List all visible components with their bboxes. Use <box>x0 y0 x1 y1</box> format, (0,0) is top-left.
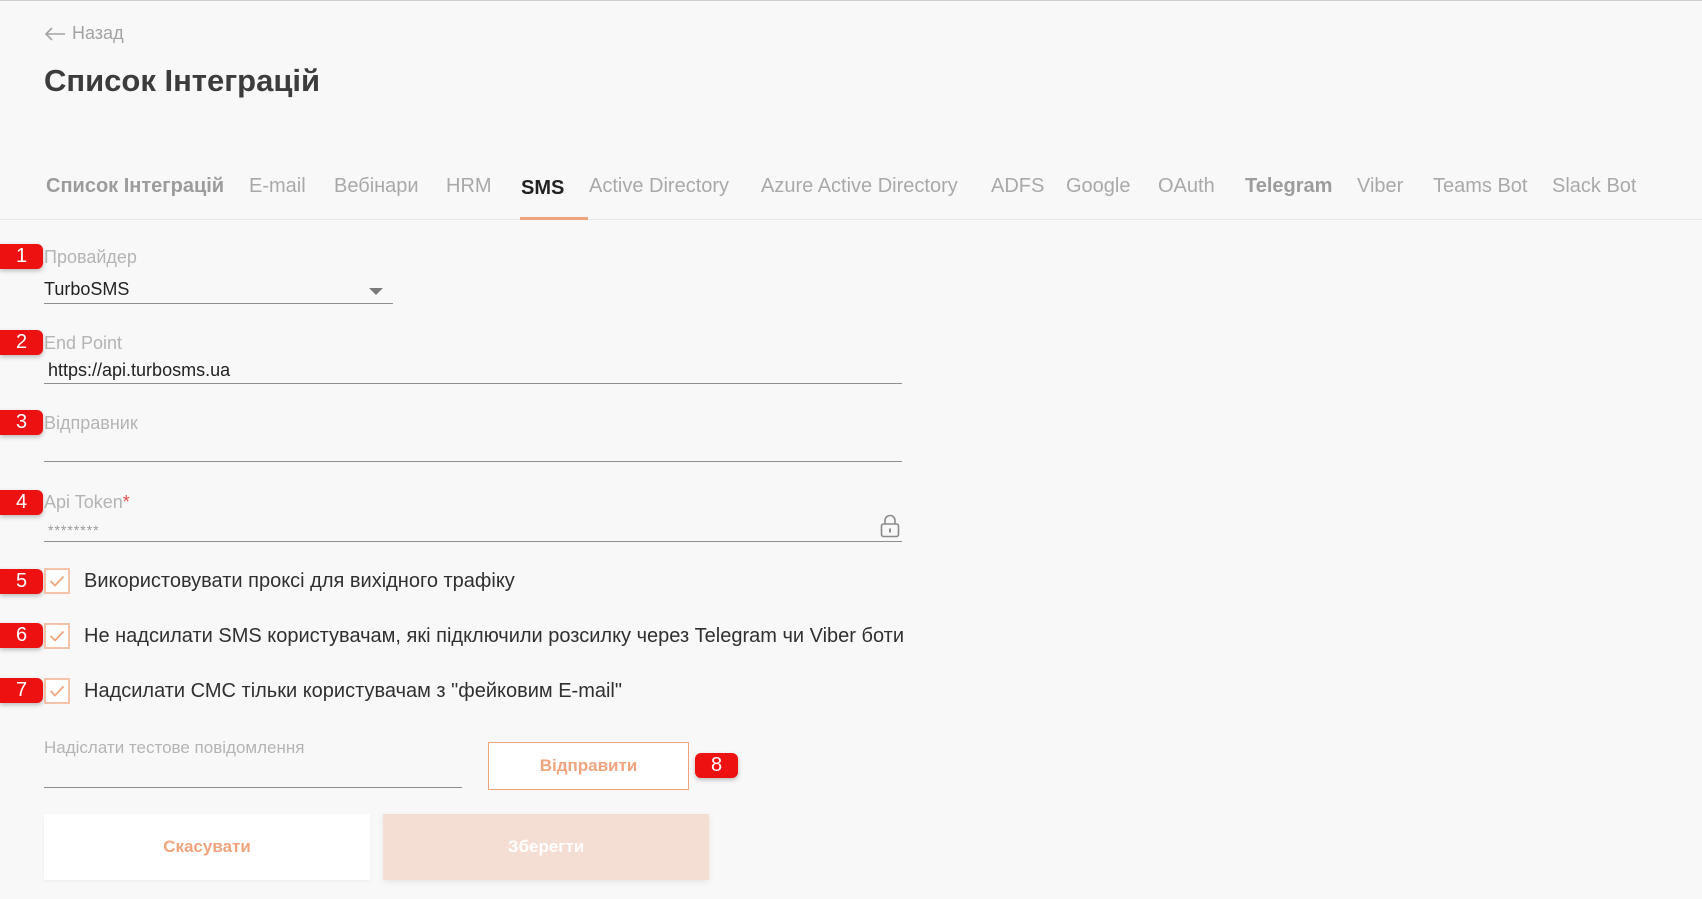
tab-adfs[interactable]: ADFS <box>991 175 1044 198</box>
active-tab-indicator <box>520 217 588 220</box>
chevron-down-icon <box>369 288 383 295</box>
test-message-underline <box>44 787 462 788</box>
check-icon <box>49 575 65 587</box>
proxy-checkbox[interactable] <box>44 568 70 594</box>
annotation-badge-2: 2 <box>0 330 43 355</box>
back-label: Назад <box>72 23 124 43</box>
send-test-button[interactable]: Відправити <box>488 742 689 790</box>
integrations-page: Назад Список Інтеграцій Список Інтеграці… <box>0 0 1702 899</box>
api-token-value: ******** <box>48 522 100 538</box>
check-icon <box>49 685 65 697</box>
lock-icon[interactable] <box>879 514 901 538</box>
proxy-checkbox-row[interactable]: Використовувати проксі для вихідного тра… <box>44 568 515 594</box>
fake-email-only-checkbox-row[interactable]: Надсилати СМС тільки користувачам з "фей… <box>44 678 622 704</box>
annotation-badge-6: 6 <box>0 623 43 648</box>
provider-label: Провайдер <box>44 247 137 267</box>
api-token-underline <box>44 541 902 542</box>
annotation-badge-8: 8 <box>695 753 738 778</box>
tab-oauth[interactable]: OAuth <box>1158 175 1215 198</box>
fake-email-only-checkbox[interactable] <box>44 678 70 704</box>
tab-active-directory[interactable]: Active Directory <box>589 175 729 198</box>
required-mark: * <box>122 492 130 512</box>
annotation-badge-7: 7 <box>0 678 43 703</box>
tab-webinars[interactable]: Вебінари <box>334 175 419 198</box>
save-button[interactable]: Зберегти <box>383 814 709 880</box>
integration-tabs: Список Інтеграцій E-mail Вебінари HRM SM… <box>0 161 1702 220</box>
arrow-left-icon <box>44 26 65 41</box>
endpoint-value: https://api.turbosms.ua <box>48 360 231 380</box>
tab-email[interactable]: E-mail <box>249 175 306 198</box>
api-token-label: Api Token* <box>44 492 130 512</box>
annotation-badge-4: 4 <box>0 490 43 515</box>
tab-viber[interactable]: Viber <box>1357 175 1403 198</box>
tab-telegram[interactable]: Telegram <box>1245 175 1332 198</box>
sender-label: Відправник <box>44 413 138 433</box>
tab-google[interactable]: Google <box>1066 175 1131 198</box>
test-message-label: Надіслати тестове повідомлення <box>44 738 305 757</box>
tab-azure-active-directory[interactable]: Azure Active Directory <box>761 175 958 198</box>
skip-bot-users-checkbox-label: Не надсилати SMS користувачам, які підкл… <box>84 624 904 647</box>
provider-underline <box>44 303 393 304</box>
back-link[interactable]: Назад <box>44 23 124 44</box>
tab-sms[interactable]: SMS <box>521 177 564 200</box>
endpoint-label: End Point <box>44 333 123 353</box>
tab-teams-bot[interactable]: Teams Bot <box>1433 175 1527 198</box>
proxy-checkbox-label: Використовувати проксі для вихідного тра… <box>84 569 515 592</box>
check-icon <box>49 630 65 642</box>
endpoint-underline <box>44 383 902 384</box>
tab-hrm[interactable]: HRM <box>446 175 492 198</box>
skip-bot-users-checkbox-row[interactable]: Не надсилати SMS користувачам, які підкл… <box>44 623 904 649</box>
tab-integrations-list[interactable]: Список Інтеграцій <box>46 175 224 198</box>
annotation-badge-5: 5 <box>0 569 43 594</box>
annotation-badge-1: 1 <box>0 244 43 269</box>
page-title: Список Інтеграцій <box>44 63 321 98</box>
sender-underline <box>44 461 902 462</box>
cancel-button[interactable]: Скасувати <box>44 814 370 880</box>
annotation-badge-3: 3 <box>0 410 43 435</box>
skip-bot-users-checkbox[interactable] <box>44 623 70 649</box>
fake-email-only-checkbox-label: Надсилати СМС тільки користувачам з "фей… <box>84 679 622 702</box>
provider-value: TurboSMS <box>44 279 130 299</box>
tab-slack-bot[interactable]: Slack Bot <box>1552 175 1636 198</box>
